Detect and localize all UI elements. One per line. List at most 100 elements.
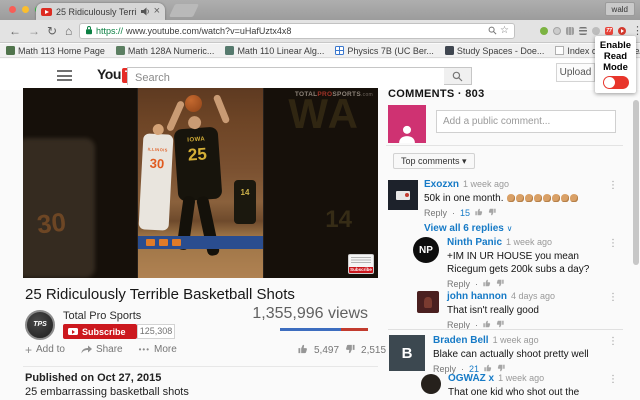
comment-menu-icon[interactable]: ⋮ xyxy=(608,180,618,191)
comment-thread: B ⋮ Braden Bell 1 week ago Blake can actu… xyxy=(388,334,624,375)
read-mode-popup: Enable Read Mode xyxy=(595,36,636,93)
bookmark-item[interactable]: Math 110 Linear Alg... xyxy=(225,46,324,56)
profile-name-chip[interactable]: wald xyxy=(604,2,635,16)
comment-time[interactable]: 1 week ago xyxy=(506,237,552,247)
view-replies-link[interactable]: View all 6 replies ∨ xyxy=(424,223,608,235)
commenter-avatar[interactable]: B xyxy=(389,335,425,371)
comment-menu-icon[interactable]: ⋮ xyxy=(608,238,618,249)
subscriber-count: 125,308 xyxy=(137,324,175,339)
reload-icon[interactable]: ↻ xyxy=(47,23,57,39)
thumbs-down-icon[interactable] xyxy=(496,279,504,290)
tab-audio-icon[interactable] xyxy=(140,3,150,21)
comment-time[interactable]: 1 week ago xyxy=(463,179,509,189)
reply-button[interactable]: Reply xyxy=(424,208,447,219)
illinois-player: ILLINOIS 30 xyxy=(138,123,174,231)
hamburger-menu-icon[interactable] xyxy=(57,70,72,81)
reply-button[interactable]: Reply xyxy=(447,279,470,290)
comment-menu-icon[interactable]: ⋮ xyxy=(608,374,618,385)
sort-comments-button[interactable]: Top comments ▾ xyxy=(393,153,475,169)
home-icon[interactable]: ⌂ xyxy=(65,23,72,39)
comment-menu-icon[interactable]: ⋮ xyxy=(608,292,618,303)
like-ratio-bar xyxy=(280,328,368,331)
clap-emoji-icon xyxy=(552,194,561,202)
close-window-button[interactable] xyxy=(9,6,16,13)
read-mode-toggle[interactable] xyxy=(602,76,629,89)
zoom-page-icon[interactable] xyxy=(488,22,497,40)
video-player[interactable]: 30 WA 14 ILLINOIS 30 IOWA 25 14 TOTALPRO… xyxy=(23,88,378,278)
page-scrollbar[interactable] xyxy=(633,100,639,265)
thumbs-up-icon[interactable] xyxy=(298,344,308,357)
share-icon xyxy=(81,345,92,354)
upload-button[interactable]: Upload xyxy=(556,63,595,82)
minimize-window-button[interactable] xyxy=(22,6,29,13)
bookmark-item[interactable]: Math 128A Numeric... xyxy=(115,46,214,56)
comment-text: 50k in one month. xyxy=(424,192,608,205)
bookmark-item[interactable]: Physics 7B (UC Ber... xyxy=(335,46,434,56)
extension-icon[interactable] xyxy=(592,27,600,35)
more-button[interactable]: ••• More xyxy=(139,344,177,355)
comment-author[interactable]: OGWAZ x xyxy=(448,373,494,384)
player-arm xyxy=(165,99,186,133)
comment-menu-icon[interactable]: ⋮ xyxy=(608,336,618,347)
new-tab-button[interactable] xyxy=(168,4,200,17)
bookmark-label: Math 110 Linear Alg... xyxy=(237,45,325,56)
subscribe-watermark-badge[interactable]: Subscribe xyxy=(348,254,374,274)
browser-window: 25 Ridiculously Terrible Bas × wald ← → … xyxy=(0,0,640,400)
extension-icon[interactable] xyxy=(553,27,561,35)
extension-icon[interactable] xyxy=(579,27,587,35)
background-jersey-number: 14 xyxy=(325,206,352,233)
comment-text: That one kid who shot out the window xyxy=(448,387,580,398)
popup-label: Enable xyxy=(599,40,632,51)
comment-input[interactable] xyxy=(437,111,615,132)
comment-author[interactable]: john hannon xyxy=(447,291,507,302)
read-mode-extension-icon[interactable] xyxy=(618,27,626,35)
bookmark-favicon xyxy=(6,46,15,55)
background-player: 14 xyxy=(234,180,256,224)
commenter-avatar[interactable]: NP xyxy=(413,237,439,263)
commenter-avatar[interactable] xyxy=(388,180,418,210)
extension-icon[interactable]: 77 xyxy=(605,27,613,35)
comment-time[interactable]: 1 week ago xyxy=(498,373,544,383)
search-icon xyxy=(452,71,463,81)
thumbs-down-icon[interactable] xyxy=(345,344,355,357)
tab-close-icon[interactable]: × xyxy=(154,6,160,17)
iowa-player: IOWA 25 xyxy=(173,115,223,202)
bookmark-star-icon[interactable]: ☆ xyxy=(500,26,509,36)
bookmark-item[interactable]: Math 113 Home Page xyxy=(6,46,105,56)
thumbs-up-icon[interactable] xyxy=(475,208,483,219)
toggle-knob xyxy=(603,77,615,88)
bookmark-favicon xyxy=(115,46,125,55)
comment-author[interactable]: Ninth Panic xyxy=(447,237,502,248)
bookmark-label: Math 113 Home Page xyxy=(18,45,105,56)
comment-author[interactable]: Exozxn xyxy=(424,179,459,190)
search-input[interactable] xyxy=(128,70,444,86)
thumbs-up-icon[interactable] xyxy=(483,279,491,290)
extension-icon[interactable] xyxy=(540,27,548,35)
person-icon xyxy=(399,125,415,143)
channel-avatar[interactable]: TPS xyxy=(25,310,55,340)
comment-time[interactable]: 1 week ago xyxy=(493,335,539,345)
forward-icon[interactable]: → xyxy=(28,23,40,39)
channel-name[interactable]: Total Pro Sports xyxy=(63,310,141,322)
thumbs-down-icon[interactable] xyxy=(488,208,496,219)
commenter-avatar[interactable] xyxy=(417,291,439,313)
extension-icon[interactable] xyxy=(566,27,574,35)
share-button[interactable]: Share xyxy=(81,344,123,355)
commenter-avatar[interactable] xyxy=(421,374,441,394)
comment-reply: ⋮ OGWAZ x 1 week ago That one kid who sho… xyxy=(388,372,624,400)
subscribe-button[interactable]: Subscribe xyxy=(63,324,137,339)
video-title: 25 Ridiculously Terrible Basketball Shot… xyxy=(25,286,295,303)
back-icon[interactable]: ← xyxy=(9,23,21,39)
divider xyxy=(23,366,378,367)
comment-reply: NP ⋮ Ninth Panic 1 week ago +IM IN UR HOU… xyxy=(388,236,624,290)
youtube-play-icon xyxy=(68,328,78,335)
address-bar[interactable]: https:// www.youtube.com/watch?v=uHafUzt… xyxy=(79,23,515,39)
browser-tab[interactable]: 25 Ridiculously Terrible Bas × xyxy=(36,3,165,20)
comment-author[interactable]: Braden Bell xyxy=(433,335,489,346)
tab-strip: 25 Ridiculously Terrible Bas × wald xyxy=(0,0,640,20)
more-dots-icon: ••• xyxy=(138,345,151,354)
bookmark-item[interactable]: Study Spaces - Doe... xyxy=(444,46,544,56)
add-to-button[interactable]: + Add to xyxy=(25,344,65,356)
comment-time[interactable]: 4 days ago xyxy=(511,291,555,301)
search-button[interactable] xyxy=(444,67,472,85)
